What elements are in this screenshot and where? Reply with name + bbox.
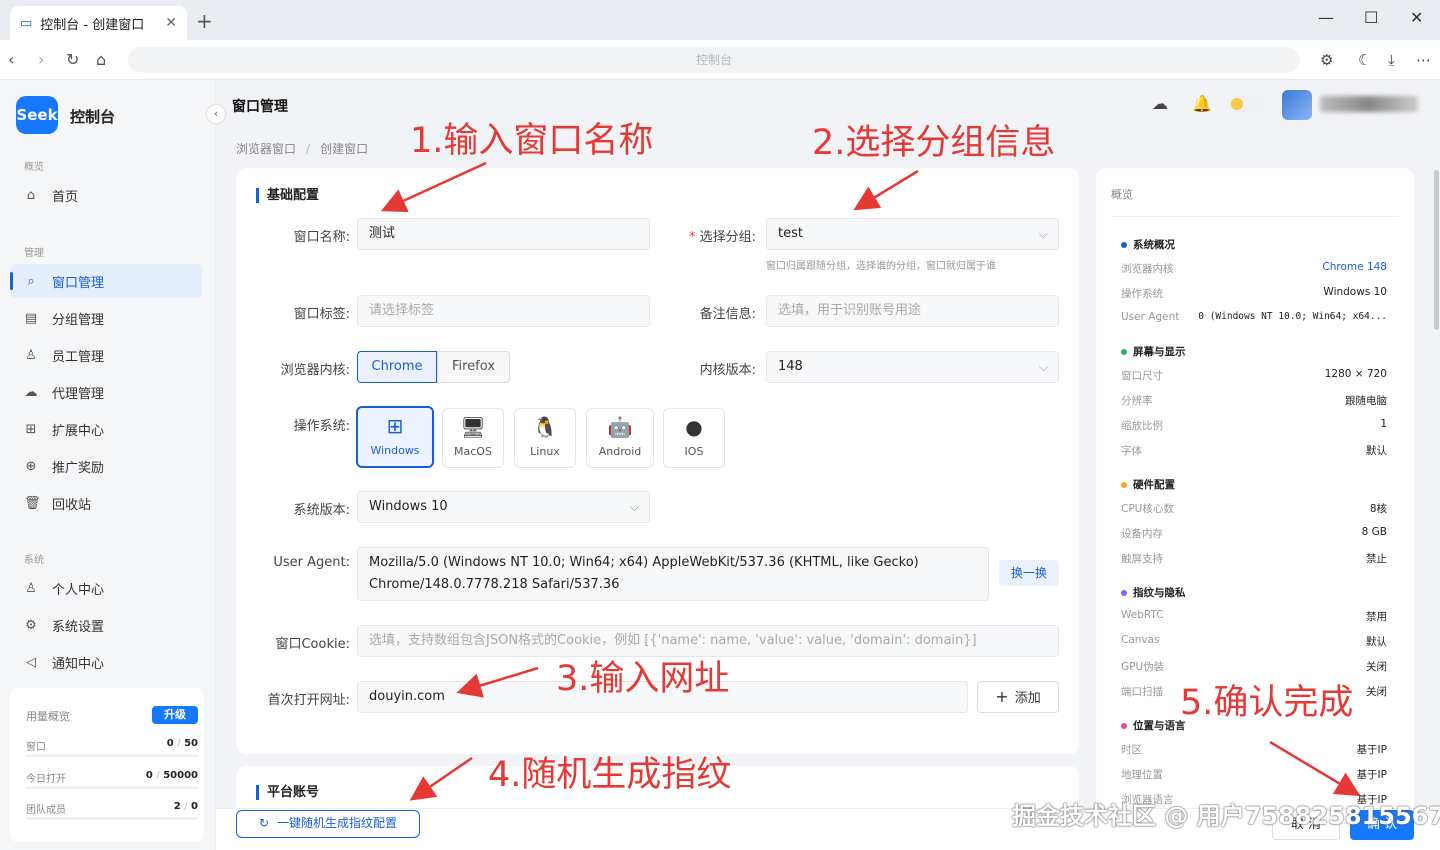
arrow-step-3 xyxy=(456,666,539,698)
arrow-step-1 xyxy=(380,161,487,213)
watermark: 掘金技术社区 @ 用户7588258155​67 xyxy=(1012,802,1440,830)
arrow-step-4 xyxy=(409,756,473,801)
arrow-step-2 xyxy=(853,169,919,211)
arrow-step-5 xyxy=(1269,740,1361,797)
annotation-arrows xyxy=(380,161,1361,801)
